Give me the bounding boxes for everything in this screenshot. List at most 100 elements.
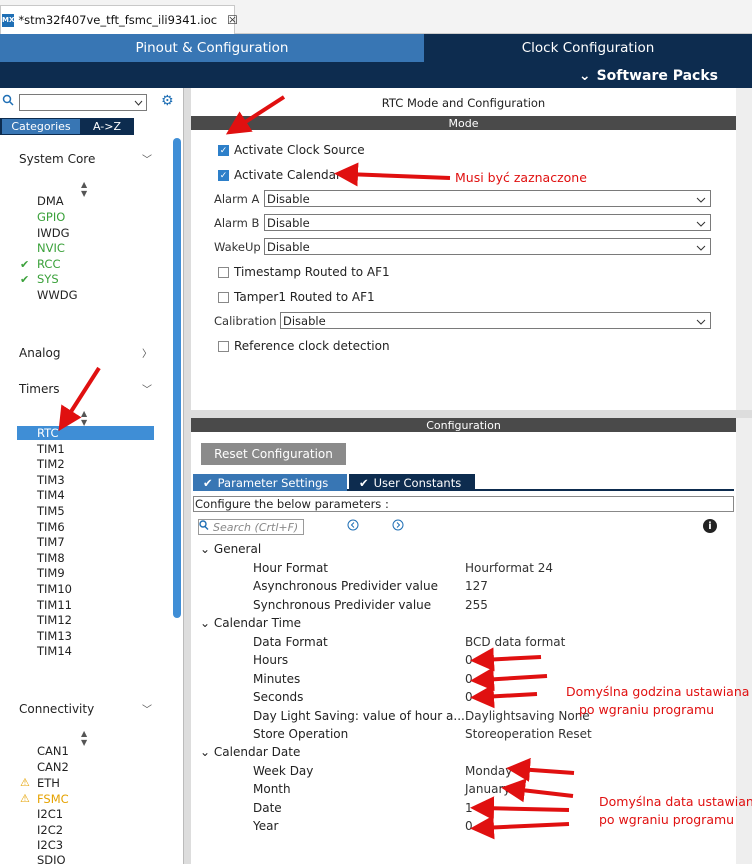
section-connectivity[interactable]: Connectivity <box>19 702 94 716</box>
previous-result-icon[interactable] <box>347 519 359 534</box>
tab-user-constants[interactable]: ✔ User Constants <box>349 474 475 491</box>
list-item[interactable]: I2C1 <box>37 807 63 823</box>
activate-clock-source-checkbox[interactable]: ✓ Activate Clock Source <box>218 143 365 157</box>
group-calendar-date[interactable]: ⌄ Calendar Date <box>200 745 300 759</box>
list-item[interactable]: I2C3 <box>37 838 63 854</box>
list-item[interactable]: TIM12 <box>37 613 72 629</box>
wakeup-select[interactable]: Disable <box>264 238 711 255</box>
chevron-right-icon[interactable]: 〉 <box>142 345 152 360</box>
param-value[interactable]: BCD data format <box>465 635 565 649</box>
param-value[interactable]: Daylightsaving None <box>465 709 590 723</box>
chevron-down-icon[interactable] <box>130 94 147 111</box>
reset-configuration-button[interactable]: Reset Configuration <box>201 443 346 465</box>
list-item[interactable]: ETH <box>37 776 60 792</box>
list-item[interactable]: TIM5 <box>37 504 65 520</box>
group-calendar-date-label: Calendar Date <box>213 745 301 759</box>
param-value[interactable]: 0 <box>465 819 473 833</box>
list-item[interactable]: FSMC <box>37 792 69 808</box>
vertical-splitter[interactable] <box>184 88 191 864</box>
alarm-b-select[interactable]: Disable <box>264 214 711 231</box>
param-key: Minutes <box>253 672 301 686</box>
list-item[interactable]: CAN1 <box>37 744 69 760</box>
param-value[interactable]: Hourformat 24 <box>465 561 553 575</box>
param-value[interactable]: Storeoperation Reset <box>465 727 592 741</box>
list-item[interactable]: TIM9 <box>37 566 65 582</box>
scrollbar[interactable] <box>173 138 181 618</box>
next-result-icon[interactable] <box>392 519 404 534</box>
activate-calendar-checkbox[interactable]: ✓ Activate Calendar <box>218 168 341 182</box>
param-value[interactable]: Monday <box>465 764 512 778</box>
list-item[interactable]: TIM11 <box>37 598 72 614</box>
param-key: Data Format <box>253 635 328 649</box>
list-item[interactable]: TIM6 <box>37 520 65 536</box>
param-value[interactable]: 255 <box>465 598 488 612</box>
reference-clock-checkbox[interactable]: Reference clock detection <box>218 339 390 353</box>
list-item[interactable]: CAN2 <box>37 760 69 776</box>
param-value[interactable]: 1 <box>465 801 473 815</box>
tab-pinout-configuration[interactable]: Pinout & Configuration <box>0 34 424 62</box>
param-value[interactable]: January <box>465 782 511 796</box>
list-item[interactable]: RTC <box>37 426 59 442</box>
check-circle-icon: ✔ <box>203 475 213 490</box>
timestamp-label: Timestamp Routed to AF1 <box>234 265 390 279</box>
param-value[interactable]: 0 <box>465 653 473 667</box>
warning-icon: ⚠ <box>20 792 30 805</box>
list-item[interactable]: RCC <box>37 257 60 273</box>
list-item[interactable]: TIM3 <box>37 473 65 489</box>
list-item[interactable]: DMA <box>37 194 64 210</box>
gear-icon[interactable]: ⚙ <box>161 93 174 109</box>
chevron-down-icon: ⌄ <box>200 616 211 630</box>
list-item[interactable]: SYS <box>37 272 59 288</box>
search-icon <box>199 519 209 534</box>
mode-title: RTC Mode and Configuration <box>381 96 546 110</box>
param-value[interactable]: 0 <box>465 690 473 704</box>
wakeup-label: WakeUp <box>214 240 261 254</box>
chevron-down-icon: ⌄ <box>200 542 211 556</box>
list-item[interactable]: TIM13 <box>37 629 72 645</box>
list-item[interactable]: GPIO <box>37 210 65 226</box>
list-item[interactable]: IWDG <box>37 226 70 242</box>
list-item[interactable]: SDIO <box>37 853 66 864</box>
section-analog[interactable]: Analog <box>19 346 60 360</box>
annotation-date-note-2: po wgraniu programu <box>599 812 735 827</box>
section-timers[interactable]: Timers <box>19 382 60 396</box>
list-item[interactable]: TIM14 <box>37 644 72 660</box>
alarm-a-select[interactable]: Disable <box>264 190 711 207</box>
group-calendar-time[interactable]: ⌄ Calendar Time <box>200 616 301 630</box>
sort-icon[interactable]: ▲ ▼ <box>81 729 87 747</box>
parameter-search-input[interactable]: Search (Crtl+F) <box>198 519 304 535</box>
close-tab-icon[interactable]: ☒ <box>227 13 238 27</box>
chevron-down-icon[interactable]: ﹀ <box>142 151 152 166</box>
chevron-down-icon[interactable]: ﹀ <box>142 701 152 716</box>
list-item[interactable]: TIM8 <box>37 551 65 567</box>
calibration-select[interactable]: Disable <box>280 312 711 329</box>
horizontal-splitter[interactable] <box>191 410 752 418</box>
tab-clock-configuration[interactable]: Clock Configuration <box>424 34 752 62</box>
group-general[interactable]: ⌄ General <box>200 542 261 556</box>
timestamp-checkbox[interactable]: Timestamp Routed to AF1 <box>218 265 390 279</box>
list-item[interactable]: TIM4 <box>37 488 65 504</box>
list-item[interactable]: I2C2 <box>37 823 63 839</box>
list-item[interactable]: NVIC <box>37 241 65 257</box>
tamper-checkbox[interactable]: Tamper1 Routed to AF1 <box>218 290 375 304</box>
list-item[interactable]: TIM1 <box>37 442 65 458</box>
category-search-input[interactable] <box>19 94 147 111</box>
tab-a-z[interactable]: A->Z <box>82 119 132 134</box>
sort-icon[interactable]: ▲ ▼ <box>81 180 87 198</box>
list-item[interactable]: WWDG <box>37 288 78 304</box>
chevron-down-icon[interactable]: ﹀ <box>142 381 152 396</box>
editor-tab[interactable]: MX *stm32f407ve_tft_fsmc_ili9341.ioc ☒ <box>0 5 238 34</box>
tab-parameter-settings[interactable]: ✔ Parameter Settings <box>193 474 347 491</box>
section-system-core[interactable]: System Core <box>19 152 95 166</box>
tab-categories[interactable]: Categories <box>2 119 80 134</box>
list-item[interactable]: TIM2 <box>37 457 65 473</box>
info-icon[interactable]: i <box>703 519 717 533</box>
sort-icon[interactable]: ▲ ▼ <box>81 409 87 427</box>
param-value[interactable]: 0 <box>465 672 473 686</box>
param-key: Asynchronous Predivider value <box>253 579 438 593</box>
list-item[interactable]: TIM7 <box>37 535 65 551</box>
software-packs-menu[interactable]: ⌄ Software Packs <box>560 66 752 86</box>
list-item[interactable]: TIM10 <box>37 582 72 598</box>
param-value[interactable]: 127 <box>465 579 488 593</box>
editor-tab-title: *stm32f407ve_tft_fsmc_ili9341.ioc <box>18 13 218 27</box>
